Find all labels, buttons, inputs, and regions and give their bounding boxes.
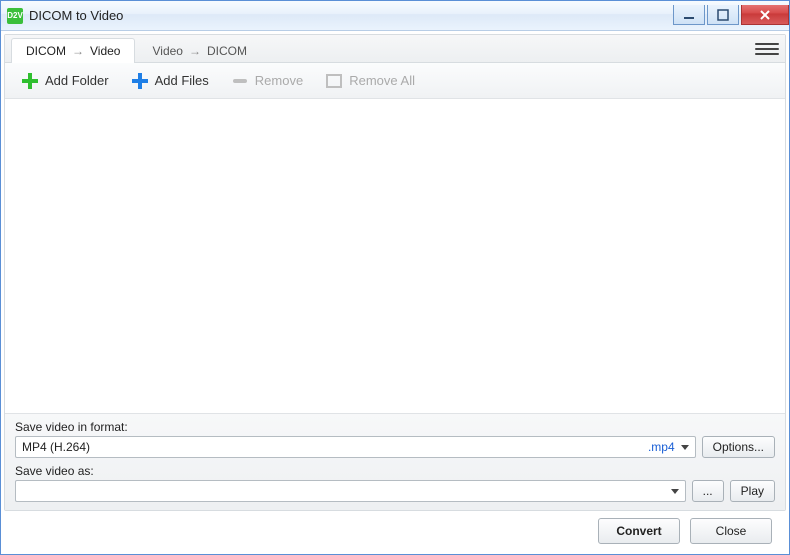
remove-all-button[interactable]: Remove All — [319, 68, 421, 94]
tab-label-from: Video — [152, 44, 182, 58]
tab-label-to: Video — [90, 44, 120, 58]
tab-strip: DICOM → Video Video → DICOM — [5, 35, 785, 63]
chevron-down-icon — [671, 489, 679, 494]
add-files-button[interactable]: Add Files — [125, 68, 215, 94]
app-icon: D2V — [7, 8, 23, 24]
app-window: D2V DICOM to Video DICOM → Video — [0, 0, 790, 555]
save-as-combobox[interactable] — [15, 480, 686, 502]
footer: Convert Close — [4, 511, 786, 551]
format-label: Save video in format: — [15, 420, 775, 434]
tab-label-from: DICOM — [26, 44, 66, 58]
minimize-icon — [683, 9, 695, 21]
play-button[interactable]: Play — [730, 480, 775, 502]
minimize-button[interactable] — [673, 5, 705, 25]
save-as-label: Save video as: — [15, 464, 775, 478]
arrow-right-icon: → — [189, 44, 201, 58]
remove-button[interactable]: Remove — [225, 68, 309, 94]
square-outline-icon — [325, 72, 343, 90]
chevron-down-icon — [681, 445, 689, 450]
format-value: MP4 (H.264) — [22, 440, 90, 454]
menu-button[interactable] — [755, 39, 779, 59]
output-settings: Save video in format: MP4 (H.264) .mp4 O… — [5, 413, 785, 510]
tab-label-to: DICOM — [207, 44, 247, 58]
format-combobox[interactable]: MP4 (H.264) .mp4 — [15, 436, 696, 458]
browse-button[interactable]: ... — [692, 480, 724, 502]
plus-green-icon — [21, 72, 39, 90]
hamburger-icon — [755, 43, 779, 45]
window-title: DICOM to Video — [29, 8, 123, 23]
options-button[interactable]: Options... — [702, 436, 775, 458]
button-label: Remove — [255, 73, 303, 88]
minus-icon — [231, 72, 249, 90]
maximize-icon — [717, 9, 729, 21]
button-label: Add Files — [155, 73, 209, 88]
button-label: Add Folder — [45, 73, 109, 88]
client-area: DICOM → Video Video → DICOM — [1, 31, 789, 554]
titlebar: D2V DICOM to Video — [1, 1, 789, 31]
convert-button[interactable]: Convert — [598, 518, 680, 544]
arrow-right-icon: → — [72, 44, 84, 58]
button-label: Remove All — [349, 73, 415, 88]
plus-blue-icon — [131, 72, 149, 90]
close-icon — [759, 9, 771, 21]
toolbar: Add Folder Add Files Remove — [5, 63, 785, 99]
add-folder-button[interactable]: Add Folder — [15, 68, 115, 94]
maximize-button[interactable] — [707, 5, 739, 25]
file-list[interactable] — [5, 99, 785, 413]
close-window-button[interactable] — [741, 5, 789, 25]
tab-dicom-to-video[interactable]: DICOM → Video — [11, 38, 135, 62]
tab-video-to-dicom[interactable]: Video → DICOM — [137, 38, 261, 62]
close-button[interactable]: Close — [690, 518, 772, 544]
format-extension: .mp4 — [648, 440, 675, 454]
main-panel: DICOM → Video Video → DICOM — [4, 34, 786, 511]
